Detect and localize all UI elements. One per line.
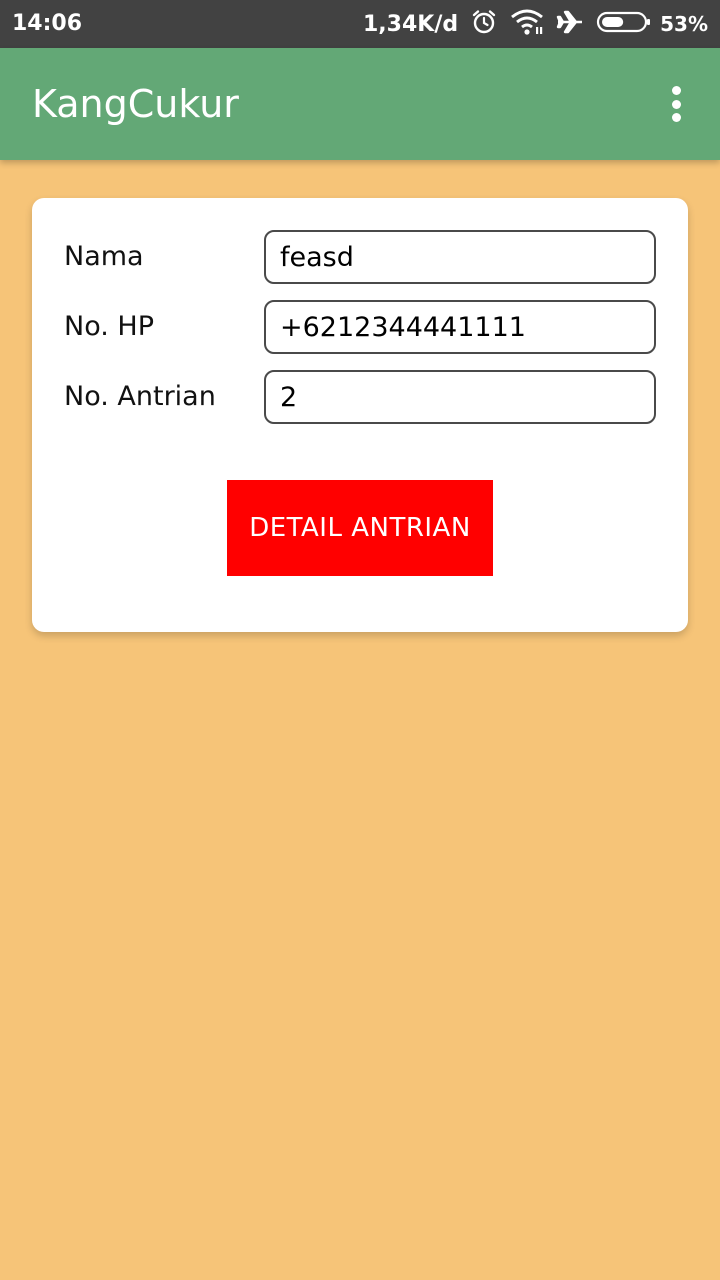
phone-input[interactable] <box>264 300 656 354</box>
overflow-menu-icon[interactable] <box>656 84 696 124</box>
queue-form-card: Nama No. HP No. Antrian DETAIL ANTRIAN <box>32 198 688 632</box>
queue-number-input[interactable] <box>264 370 656 424</box>
app-title: KangCukur <box>32 82 239 126</box>
phone-row: No. HP <box>32 300 688 354</box>
queue-number-row: No. Antrian <box>32 370 688 424</box>
nama-input[interactable] <box>264 230 656 284</box>
detail-antrian-button[interactable]: DETAIL ANTRIAN <box>227 480 493 576</box>
app-bar: KangCukur <box>0 48 720 160</box>
wifi-icon <box>510 8 544 40</box>
alarm-icon <box>470 8 498 40</box>
network-speed: 1,34K/d <box>363 11 459 37</box>
status-bar: 14:06 1,34K/d 53% <box>0 0 720 48</box>
nama-row: Nama <box>32 230 688 284</box>
airplane-icon <box>556 8 584 40</box>
queue-number-label: No. Antrian <box>64 381 216 412</box>
status-icons: 1,34K/d 53% <box>351 0 708 48</box>
status-time: 14:06 <box>12 11 83 36</box>
nama-label: Nama <box>64 241 144 272</box>
phone-label: No. HP <box>64 311 154 342</box>
battery-percent: 53% <box>660 12 708 36</box>
battery-icon <box>596 10 652 38</box>
